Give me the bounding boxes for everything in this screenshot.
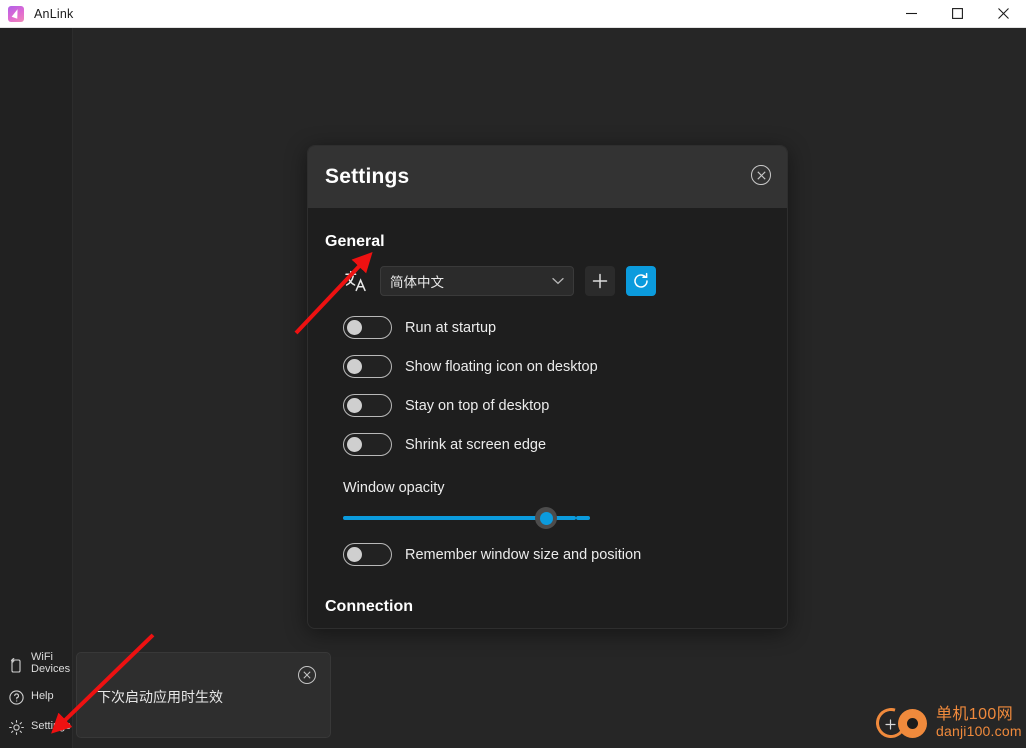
- toggle-knob: [347, 359, 362, 374]
- window-title: AnLink: [34, 6, 74, 21]
- close-icon[interactable]: [980, 0, 1026, 28]
- sidebar-item-help-label: Help: [31, 690, 54, 703]
- watermark: 单机100网 danji100.com: [870, 700, 1026, 746]
- question-circle-icon: [8, 689, 25, 706]
- slider-track-tail: [576, 516, 590, 520]
- toggle-row-remember-window: Remember window size and position: [325, 543, 770, 566]
- section-heading-connection: Connection: [325, 598, 413, 615]
- wifi-label-line1: WiFi: [31, 651, 53, 664]
- toggle-knob: [347, 437, 362, 452]
- toggle-knob: [347, 320, 362, 335]
- toast-message: 下次启动应用时生效: [97, 689, 223, 705]
- sidebar-item-wifi-devices-label: WiFi Devices: [31, 651, 71, 676]
- toast-notification: 下次启动应用时生效: [76, 652, 331, 738]
- window-opacity-slider[interactable]: [325, 507, 770, 529]
- toggle-knob: [347, 547, 362, 562]
- section-heading-general: General: [325, 233, 385, 250]
- sidebar-item-wifi-devices[interactable]: WiFi Devices: [0, 646, 73, 682]
- toggle-label-show-floating-icon: Show floating icon on desktop: [405, 358, 598, 375]
- window-controls: [888, 0, 1026, 28]
- refresh-language-button[interactable]: [626, 266, 656, 296]
- toast-close-circle-icon[interactable]: [298, 666, 316, 684]
- sidebar-item-help[interactable]: Help: [0, 682, 73, 712]
- sidebar-bottom-group: WiFi Devices Help Settings: [0, 646, 73, 742]
- toggle-label-shrink-at-screen-edge: Shrink at screen edge: [405, 436, 547, 453]
- toggle-stay-on-top[interactable]: [343, 394, 392, 417]
- chevron-down-icon: [552, 277, 564, 285]
- gear-icon: [8, 719, 25, 736]
- close-circle-icon[interactable]: [751, 165, 771, 185]
- add-language-button[interactable]: [585, 266, 615, 296]
- watermark-domain: danji100.com: [936, 723, 1022, 740]
- settings-dialog: Settings General 简体中文 Run at startup Sho…: [307, 145, 788, 629]
- anlink-logo-icon: [8, 5, 24, 22]
- toggle-row-stay-on-top: Stay on top of desktop: [325, 394, 770, 417]
- toggle-knob: [347, 398, 362, 413]
- page-title: Settings: [325, 165, 410, 188]
- window-opacity-label: Window opacity: [343, 480, 445, 496]
- wifi-label-line2: Devices: [31, 663, 71, 675]
- sidebar-item-settings[interactable]: Settings: [0, 712, 73, 742]
- sidebar-item-settings-label: Settings: [31, 720, 71, 733]
- toggle-run-at-startup[interactable]: [343, 316, 392, 339]
- toggle-show-floating-icon[interactable]: [343, 355, 392, 378]
- toggle-row-run-at-startup: Run at startup: [325, 316, 770, 339]
- minimize-icon[interactable]: [888, 0, 934, 28]
- app-window: AnLink WiFi Devices Help Settings Settin…: [0, 0, 1026, 748]
- language-row: 简体中文: [325, 266, 770, 296]
- language-select-value: 简体中文: [390, 275, 444, 290]
- maximize-icon[interactable]: [934, 0, 980, 28]
- toggle-row-shrink-at-screen-edge: Shrink at screen edge: [325, 433, 770, 456]
- watermark-text: 单机100网 danji100.com: [936, 706, 1022, 740]
- toggle-label-stay-on-top: Stay on top of desktop: [405, 397, 550, 414]
- translate-icon: [343, 268, 369, 294]
- left-sidebar: WiFi Devices Help Settings: [0, 28, 73, 748]
- phone-wifi-icon: [8, 656, 25, 673]
- plus-icon: [591, 272, 609, 290]
- toggle-label-remember-window: Remember window size and position: [405, 546, 642, 563]
- toggle-label-run-at-startup: Run at startup: [405, 319, 497, 336]
- language-select[interactable]: 简体中文: [380, 266, 574, 296]
- dialog-header: Settings: [308, 146, 787, 208]
- title-bar: AnLink: [0, 0, 1026, 28]
- dialog-body: General 简体中文 Run at startup Show floatin…: [308, 233, 787, 616]
- slider-handle[interactable]: [535, 507, 557, 529]
- toggle-shrink-at-screen-edge[interactable]: [343, 433, 392, 456]
- watermark-logo-icon: [870, 702, 936, 744]
- toggle-remember-window-size[interactable]: [343, 543, 392, 566]
- refresh-icon: [632, 272, 650, 290]
- watermark-chinese: 单机100网: [936, 706, 1014, 724]
- toggle-row-show-floating-icon: Show floating icon on desktop: [325, 355, 770, 378]
